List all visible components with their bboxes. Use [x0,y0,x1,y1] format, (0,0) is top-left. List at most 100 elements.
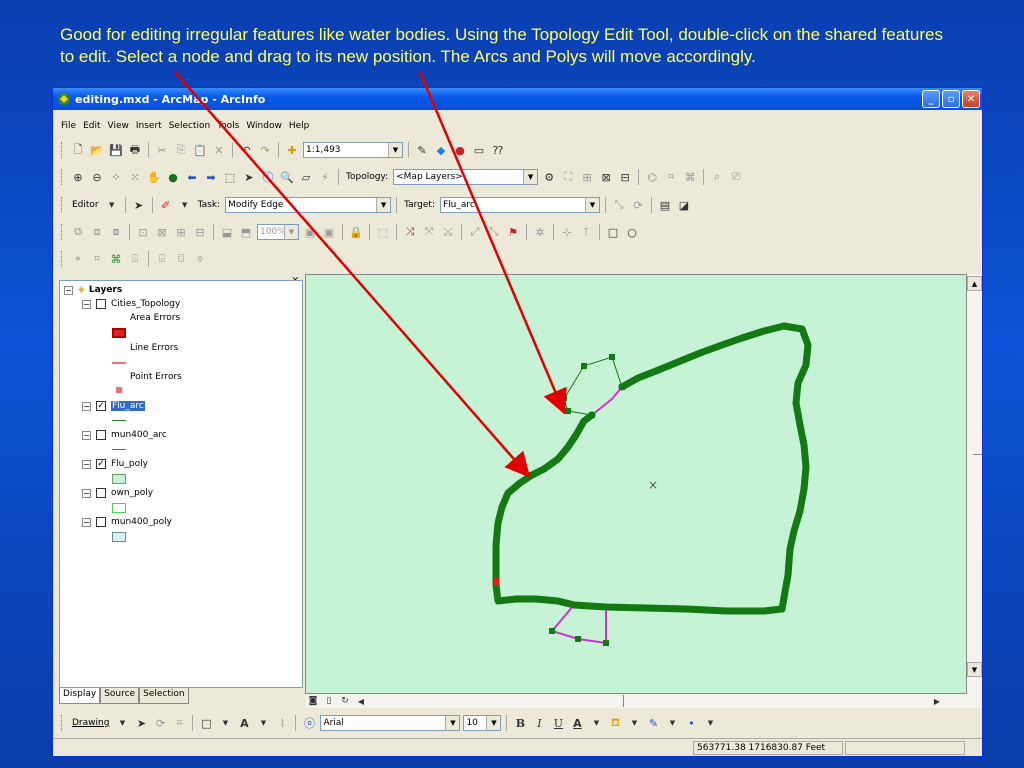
node[interactable] [565,408,571,414]
find-icon[interactable]: 🔍 [279,169,295,185]
error-marker[interactable] [494,578,499,586]
attributes-icon[interactable]: ▤ [657,197,673,213]
full-extent-icon[interactable]: ● [165,169,181,185]
tab-selection[interactable]: Selection [139,688,189,704]
map-view[interactable]: × [305,274,967,694]
node[interactable] [619,384,625,390]
minimize-button[interactable]: _ [922,90,940,108]
constrain-parallel-icon[interactable]: ⌽ [192,251,208,267]
font-color-button[interactable]: A [569,715,585,731]
target-combo[interactable]: Flu_arc ▼ [440,197,600,213]
select-elements-icon[interactable]: ➤ [241,169,257,185]
cogo-area-icon[interactable]: ⌘ [108,251,124,267]
lock-icon[interactable]: 🔒 [348,224,364,240]
chevron-down-icon[interactable]: ▼ [664,715,680,731]
topology-combo[interactable]: <Map Layers> ▼ [393,169,539,185]
zoom-in-icon[interactable]: ⊕ [70,169,86,185]
italic-button[interactable]: I [531,715,547,731]
inspector-icon[interactable]: ⎚ [728,169,744,185]
arctoolbox-icon[interactable]: ◆ [433,142,449,158]
align-edge-icon[interactable]: ⤢ [467,224,483,240]
split-into-cogo-icon[interactable]: ⌼ [173,251,189,267]
toc-layer-flu-arc[interactable]: − ✓ Flu_arc [82,401,145,411]
open-folder-icon[interactable]: 📂 [89,142,105,158]
fill-color-icon[interactable]: ⛾ [607,715,623,731]
rotate-icon[interactable]: ⟳ [152,715,168,731]
flu-arc-feature[interactable] [492,322,812,615]
layout-icon-b[interactable]: ▣ [321,224,337,240]
arccatalog-icon[interactable]: ● [452,142,468,158]
scroll-down-icon[interactable]: ▼ [967,662,982,677]
menu-view[interactable]: View [108,121,129,131]
toc-layer-own-poly[interactable]: − own_poly [82,488,153,498]
map-scale-combo[interactable]: 1:1,493 ▼ [303,142,403,158]
shared-features-icon[interactable]: ⌬ [644,169,660,185]
chevron-down-icon[interactable]: ▼ [177,197,193,213]
chevron-down-icon[interactable]: ▼ [217,715,233,731]
chevron-down-icon[interactable]: ▼ [523,170,538,184]
hyperlink-icon[interactable]: ⚡ [317,169,333,185]
chevron-down-icon[interactable]: ▼ [702,715,718,731]
layer-visibility-checkbox[interactable] [96,488,106,498]
node[interactable] [603,604,609,610]
menu-selection[interactable]: Selection [169,121,210,131]
marker-color-icon[interactable]: • [683,715,699,731]
scroll-right-icon[interactable]: ▶ [929,693,945,709]
zoom-combo[interactable]: 100% ▼ [257,224,299,240]
copy-features-icon[interactable]: ⧉ [70,224,86,240]
text-tool-icon[interactable]: A [236,715,252,731]
generalize-icon[interactable]: ⊟ [192,224,208,240]
modify-edge-icon[interactable]: ⤧ [421,224,437,240]
edit-tool-icon[interactable]: ➤ [131,197,147,213]
shared-edges-icon[interactable]: ⊺ [578,224,594,240]
proportion-tool-icon[interactable]: ⌗ [89,251,105,267]
circle-icon[interactable]: ○ [624,224,640,240]
chevron-down-icon[interactable]: ▼ [445,716,460,730]
proportion-icon[interactable]: ⬒ [238,224,254,240]
error-inspector-icon[interactable]: ⊟ [617,169,633,185]
zoom-out-icon[interactable]: ⊖ [89,169,105,185]
explode-icon[interactable]: ⊞ [173,224,189,240]
chevron-down-icon[interactable]: ▼ [626,715,642,731]
redo-icon[interactable]: ↷ [257,142,273,158]
validate-extent-icon[interactable]: ⌘ [682,169,698,185]
tab-display[interactable]: Display [59,688,101,704]
chevron-down-icon[interactable]: ▼ [588,715,604,731]
refresh-icon[interactable]: ↻ [337,693,353,709]
measure-icon[interactable]: ⏥ [298,169,314,185]
whats-this-icon[interactable]: ⁇ [490,142,506,158]
layer-visibility-checkbox[interactable]: ✓ [96,401,106,411]
close-button[interactable]: ✕ [962,90,980,108]
collapse-icon[interactable]: − [64,285,73,295]
error-inspector-icon[interactable]: ✲ [532,224,548,240]
back-extent-icon[interactable]: ⬅ [184,169,200,185]
cut-icon[interactable]: ✂ [154,142,170,158]
chevron-down-icon[interactable]: ▼ [104,197,120,213]
node[interactable] [571,602,577,608]
chevron-down-icon[interactable]: ▼ [388,143,402,157]
generalize-edge-icon[interactable]: ⤡ [486,224,502,240]
trim-icon[interactable]: ⊡ [135,224,151,240]
chevron-down-icon[interactable]: ▼ [284,225,298,239]
rotate-tool-icon[interactable]: ⟳ [630,197,646,213]
scroll-thumb[interactable] [973,454,982,455]
collapse-icon[interactable]: − [82,488,91,498]
shared-nodes-icon[interactable]: ⊹ [559,224,575,240]
menu-help[interactable]: Help [289,121,310,131]
toc-layer-flu-poly[interactable]: − ✓ Flu_poly [82,459,148,469]
select-elements-icon[interactable]: ➤ [133,715,149,731]
menu-edit[interactable]: Edit [83,121,100,131]
fixed-zoom-in-icon[interactable]: ⁘ [108,169,124,185]
editor-toolbar-icon[interactable]: ✎ [414,142,430,158]
menu-insert[interactable]: Insert [136,121,162,131]
identify-icon[interactable]: ⓘ [260,169,276,185]
select-features-icon[interactable]: ⬚ [222,169,238,185]
print-icon[interactable]: 🖶 [127,142,143,158]
edit-vertices-icon[interactable]: ⌇ [274,715,290,731]
task-combo[interactable]: Modify Edge ▼ [225,197,392,213]
node[interactable] [549,628,555,634]
extend-icon[interactable]: ⧇ [108,224,124,240]
edited-edge-top[interactable] [591,386,623,416]
menu-tools[interactable]: Tools [217,121,239,131]
forward-extent-icon[interactable]: ➡ [203,169,219,185]
